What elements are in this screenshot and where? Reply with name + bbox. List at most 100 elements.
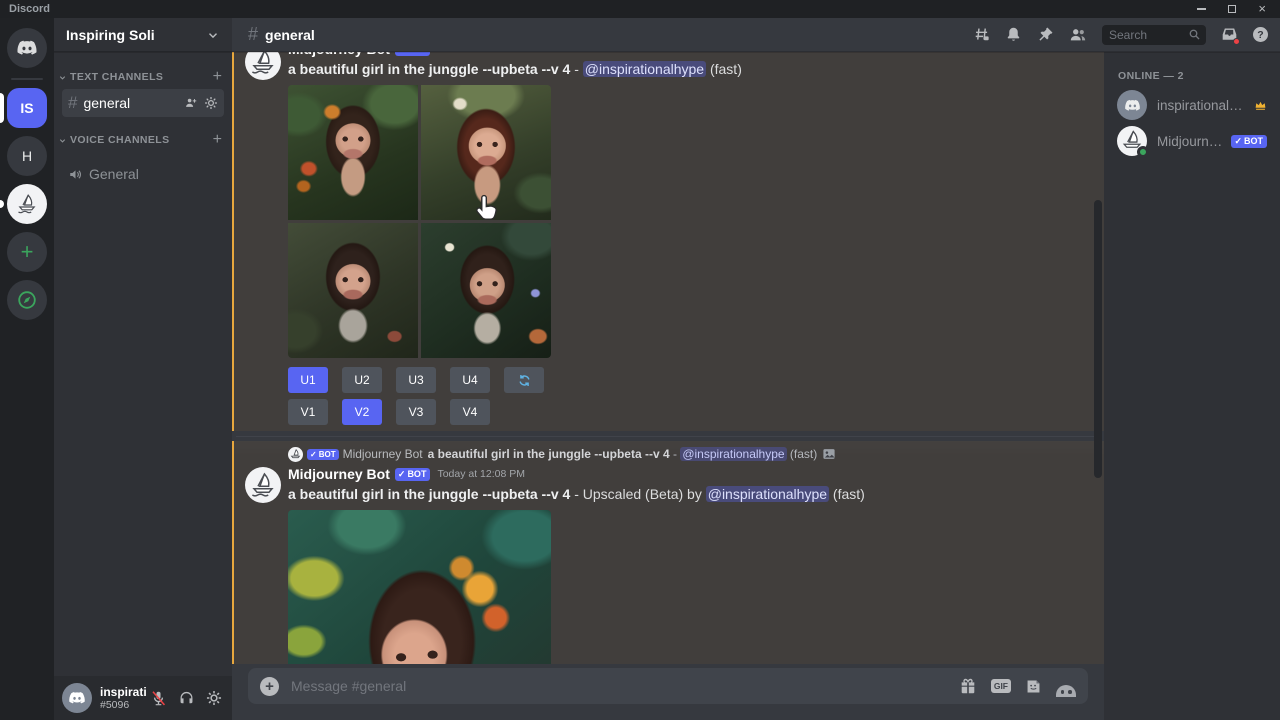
minimize-icon[interactable] bbox=[1197, 8, 1206, 10]
gif-picker-icon[interactable]: GIF bbox=[991, 679, 1011, 694]
server-icon-inspiring-soli[interactable]: IS bbox=[0, 88, 54, 128]
settings-gear-icon[interactable] bbox=[202, 686, 226, 710]
pinned-messages-icon[interactable] bbox=[1037, 26, 1054, 43]
author-name[interactable]: Midjourney Bot bbox=[288, 52, 390, 57]
server-icon-h[interactable]: H bbox=[0, 136, 54, 176]
explore-servers-button[interactable] bbox=[0, 280, 54, 320]
upscale-button-u1[interactable]: U1 bbox=[288, 367, 328, 393]
message-scroll-area[interactable]: Midjourney Bot ✓BOT a beautiful girl in … bbox=[232, 52, 1104, 664]
add-attachment-icon[interactable]: + bbox=[260, 677, 279, 696]
online-status-dot bbox=[1137, 146, 1149, 158]
variation-button-v2[interactable]: V2 bbox=[342, 399, 382, 425]
chevron-down-icon bbox=[58, 136, 67, 145]
app-title: Discord bbox=[0, 3, 50, 15]
category-voice-channels[interactable]: VOICE CHANNELS + bbox=[54, 129, 232, 151]
reply-reference[interactable]: ✓BOT Midjourney Bot a beautiful girl in … bbox=[288, 445, 1088, 463]
mention-pill[interactable]: @inspirationalhype bbox=[680, 447, 786, 461]
sticker-icon[interactable] bbox=[1025, 678, 1042, 695]
member-midjourney-bot[interactable]: Midjourney Bot ✓BOT bbox=[1112, 124, 1272, 158]
invite-people-icon[interactable] bbox=[184, 96, 198, 110]
message-header-clipped: Midjourney Bot ✓BOT bbox=[288, 52, 1088, 58]
server-owner-crown-icon bbox=[1254, 99, 1267, 112]
emoji-picker-icon[interactable] bbox=[1056, 675, 1076, 697]
voice-channel-general[interactable]: General bbox=[62, 161, 224, 187]
reply-author-avatar[interactable] bbox=[288, 447, 303, 462]
member-inspirationalhype[interactable]: inspirationalhype bbox=[1112, 88, 1272, 122]
message-text: a beautiful girl in the junggle --upbeta… bbox=[288, 60, 1088, 79]
gift-icon[interactable] bbox=[959, 677, 977, 695]
message-header: Midjourney Bot ✓BOT Today at 12:08 PM bbox=[288, 465, 1088, 483]
generated-image-2[interactable] bbox=[421, 85, 551, 220]
user-avatar[interactable] bbox=[62, 683, 92, 713]
unread-pill bbox=[0, 200, 4, 208]
reply-preview-text[interactable]: a beautiful girl in the junggle --upbeta… bbox=[428, 447, 818, 461]
user-meta[interactable]: inspiration... #5096 bbox=[100, 685, 146, 711]
server-icon-midjourney[interactable] bbox=[0, 184, 54, 224]
inbox-icon[interactable] bbox=[1221, 26, 1238, 43]
composer: + GIF bbox=[232, 664, 1104, 720]
compass-icon bbox=[16, 289, 38, 311]
member-name: inspirationalhype bbox=[1157, 98, 1250, 113]
create-channel-icon[interactable]: + bbox=[213, 131, 222, 149]
notifications-bell-icon[interactable] bbox=[1005, 26, 1022, 43]
threads-icon[interactable] bbox=[973, 26, 990, 43]
upscaled-image-attachment[interactable] bbox=[288, 510, 551, 664]
online-group-label: ONLINE — 2 bbox=[1118, 70, 1272, 82]
variation-button-v4[interactable]: V4 bbox=[450, 399, 490, 425]
member-list-icon[interactable] bbox=[1069, 26, 1087, 44]
generated-image-3[interactable] bbox=[288, 223, 418, 358]
search-box[interactable] bbox=[1102, 25, 1206, 45]
reply-author-name[interactable]: Midjourney Bot bbox=[343, 447, 423, 461]
mic-muted-icon[interactable] bbox=[146, 686, 170, 710]
upscale-button-u3[interactable]: U3 bbox=[396, 367, 436, 393]
home-button[interactable] bbox=[0, 28, 54, 68]
message-input[interactable] bbox=[291, 678, 951, 694]
prompt-text: a beautiful girl in the junggle --upbeta… bbox=[288, 486, 570, 502]
upscale-button-u2[interactable]: U2 bbox=[342, 367, 382, 393]
midjourney-bot-avatar[interactable] bbox=[245, 52, 281, 80]
upscale-button-u4[interactable]: U4 bbox=[450, 367, 490, 393]
message-grid-result: Midjourney Bot ✓BOT a beautiful girl in … bbox=[232, 52, 1104, 431]
variation-button-v3[interactable]: V3 bbox=[396, 399, 436, 425]
chat-scrollbar-thumb[interactable] bbox=[1094, 200, 1102, 478]
window-controls: × bbox=[1197, 4, 1280, 14]
generated-image-4[interactable] bbox=[421, 223, 551, 358]
mention-pill[interactable]: @inspirationalhype bbox=[706, 486, 829, 502]
bot-badge: ✓BOT bbox=[307, 449, 339, 460]
message-input-bar[interactable]: + GIF bbox=[248, 668, 1088, 704]
close-icon[interactable]: × bbox=[1258, 4, 1266, 14]
category-text-channels[interactable]: TEXT CHANNELS + bbox=[54, 66, 232, 88]
midjourney-bot-avatar[interactable] bbox=[245, 467, 281, 503]
variation-button-v1[interactable]: V1 bbox=[288, 399, 328, 425]
image-grid-attachment[interactable] bbox=[288, 85, 551, 358]
server-header[interactable]: Inspiring Soli bbox=[54, 18, 232, 52]
message-upscaled-result: ✓BOT Midjourney Bot a beautiful girl in … bbox=[232, 441, 1104, 664]
generated-image-1[interactable] bbox=[288, 85, 418, 220]
server-rail: IS H + bbox=[0, 18, 54, 720]
search-icon bbox=[1188, 28, 1201, 41]
bot-badge: ✓BOT bbox=[395, 468, 431, 481]
username: inspiration... bbox=[100, 685, 146, 699]
user-panel: inspiration... #5096 bbox=[54, 676, 232, 720]
timestamp: Today at 12:08 PM bbox=[437, 468, 525, 480]
content-area: # general bbox=[232, 18, 1280, 720]
mention-pill[interactable]: @inspirationalhype bbox=[583, 61, 706, 77]
help-icon[interactable]: ? bbox=[1253, 27, 1268, 42]
deafen-headphones-icon[interactable] bbox=[174, 686, 198, 710]
author-name[interactable]: Midjourney Bot bbox=[288, 466, 390, 482]
channel-general[interactable]: # general bbox=[62, 89, 224, 117]
search-input[interactable] bbox=[1109, 28, 1188, 42]
reroll-button[interactable] bbox=[504, 367, 544, 393]
category-label: TEXT CHANNELS bbox=[70, 71, 213, 83]
maximize-icon[interactable] bbox=[1228, 5, 1236, 13]
category-label: VOICE CHANNELS bbox=[70, 134, 213, 146]
selected-server-pill bbox=[0, 93, 4, 123]
user-discriminator: #5096 bbox=[100, 699, 146, 711]
discord-logo-icon bbox=[16, 37, 38, 59]
add-server-button[interactable]: + bbox=[0, 232, 54, 272]
channel-name: general bbox=[83, 95, 184, 111]
refresh-icon bbox=[517, 373, 532, 388]
edit-channel-gear-icon[interactable] bbox=[204, 96, 218, 110]
titlebar: Discord × bbox=[0, 0, 1280, 18]
create-channel-icon[interactable]: + bbox=[213, 68, 222, 86]
